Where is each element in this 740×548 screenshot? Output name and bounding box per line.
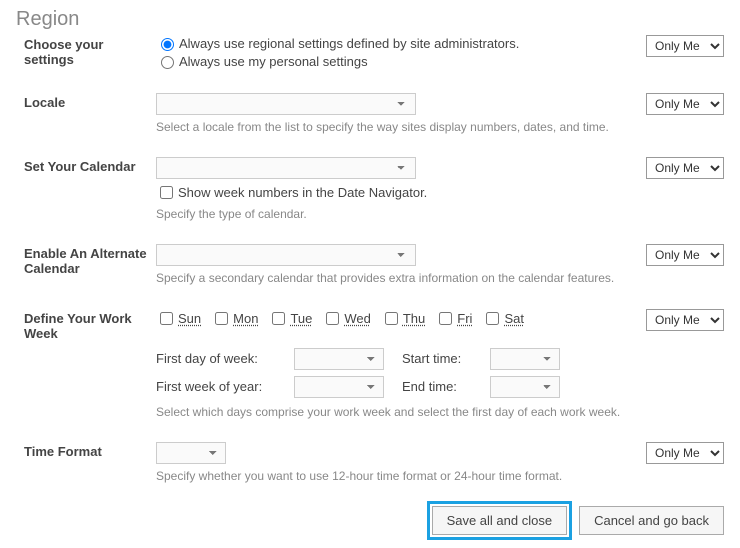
day-tue-label: Tue: [290, 311, 312, 326]
label-choose-settings: Choose your settings: [16, 35, 156, 67]
day-tue[interactable]: Tue: [268, 309, 312, 328]
desc-workweek: Select which days comprise your work wee…: [156, 404, 636, 420]
label-calendar: Set Your Calendar: [16, 157, 156, 174]
end-time-label: End time:: [402, 379, 482, 394]
select-locale[interactable]: [156, 93, 416, 115]
privacy-locale[interactable]: Only Me: [646, 93, 724, 115]
privacy-timeformat[interactable]: Only Me: [646, 442, 724, 464]
radio-personal[interactable]: Always use my personal settings: [156, 53, 636, 69]
select-altcal[interactable]: [156, 244, 416, 266]
label-locale: Locale: [16, 93, 156, 110]
day-wed-input[interactable]: [326, 312, 339, 325]
day-mon-input[interactable]: [215, 312, 228, 325]
footer: Save all and close Cancel and go back: [16, 506, 724, 535]
label-altcal: Enable An Alternate Calendar: [16, 244, 156, 276]
day-fri-input[interactable]: [439, 312, 452, 325]
day-sun-label: Sun: [178, 311, 201, 326]
day-sat[interactable]: Sat: [482, 309, 524, 328]
day-tue-input[interactable]: [272, 312, 285, 325]
day-thu-label: Thu: [403, 311, 425, 326]
desc-locale: Select a locale from the list to specify…: [156, 119, 636, 135]
day-thu[interactable]: Thu: [381, 309, 425, 328]
radio-regional[interactable]: Always use regional settings defined by …: [156, 35, 636, 51]
save-button[interactable]: Save all and close: [432, 506, 568, 535]
radio-regional-input[interactable]: [161, 38, 174, 51]
label-timeformat: Time Format: [16, 442, 156, 459]
check-week-numbers-input[interactable]: [160, 186, 173, 199]
select-calendar[interactable]: [156, 157, 416, 179]
day-sun-input[interactable]: [160, 312, 173, 325]
day-mon[interactable]: Mon: [211, 309, 258, 328]
day-mon-label: Mon: [233, 311, 258, 326]
label-workweek: Define Your Work Week: [16, 309, 156, 341]
radio-regional-label: Always use regional settings defined by …: [179, 36, 519, 51]
day-thu-input[interactable]: [385, 312, 398, 325]
day-sat-label: Sat: [504, 311, 524, 326]
cancel-button[interactable]: Cancel and go back: [579, 506, 724, 535]
check-week-numbers-label: Show week numbers in the Date Navigator.: [178, 185, 427, 200]
row-calendar: Set Your Calendar Show week numbers in t…: [16, 157, 724, 222]
desc-calendar: Specify the type of calendar.: [156, 206, 636, 222]
row-locale: Locale Select a locale from the list to …: [16, 93, 724, 135]
day-fri-label: Fri: [457, 311, 472, 326]
radio-personal-input[interactable]: [161, 56, 174, 69]
row-workweek: Define Your Work Week Sun Mon Tue Wed Th…: [16, 309, 724, 420]
start-time-label: Start time:: [402, 351, 482, 366]
days-container: Sun Mon Tue Wed Thu Fri Sat: [156, 309, 636, 330]
row-choose-settings: Choose your settings Always use regional…: [16, 35, 724, 71]
privacy-choose[interactable]: Only Me: [646, 35, 724, 57]
select-timeformat[interactable]: [156, 442, 226, 464]
row-timeformat: Time Format Specify whether you want to …: [16, 442, 724, 484]
row-altcal: Enable An Alternate Calendar Specify a s…: [16, 244, 724, 286]
desc-timeformat: Specify whether you want to use 12-hour …: [156, 468, 636, 484]
desc-altcal: Specify a secondary calendar that provid…: [156, 270, 636, 286]
day-sat-input[interactable]: [486, 312, 499, 325]
select-end-time[interactable]: [490, 376, 560, 398]
day-wed[interactable]: Wed: [322, 309, 371, 328]
privacy-altcal[interactable]: Only Me: [646, 244, 724, 266]
select-first-day[interactable]: [294, 348, 384, 370]
check-week-numbers[interactable]: Show week numbers in the Date Navigator.: [156, 183, 636, 202]
select-start-time[interactable]: [490, 348, 560, 370]
day-wed-label: Wed: [344, 311, 371, 326]
privacy-workweek[interactable]: Only Me: [646, 309, 724, 331]
radio-personal-label: Always use my personal settings: [179, 54, 368, 69]
select-first-week[interactable]: [294, 376, 384, 398]
day-fri[interactable]: Fri: [435, 309, 472, 328]
day-sun[interactable]: Sun: [156, 309, 201, 328]
section-title: Region: [16, 8, 724, 31]
privacy-calendar[interactable]: Only Me: [646, 157, 724, 179]
first-day-label: First day of week:: [156, 351, 286, 366]
first-week-label: First week of year:: [156, 379, 286, 394]
